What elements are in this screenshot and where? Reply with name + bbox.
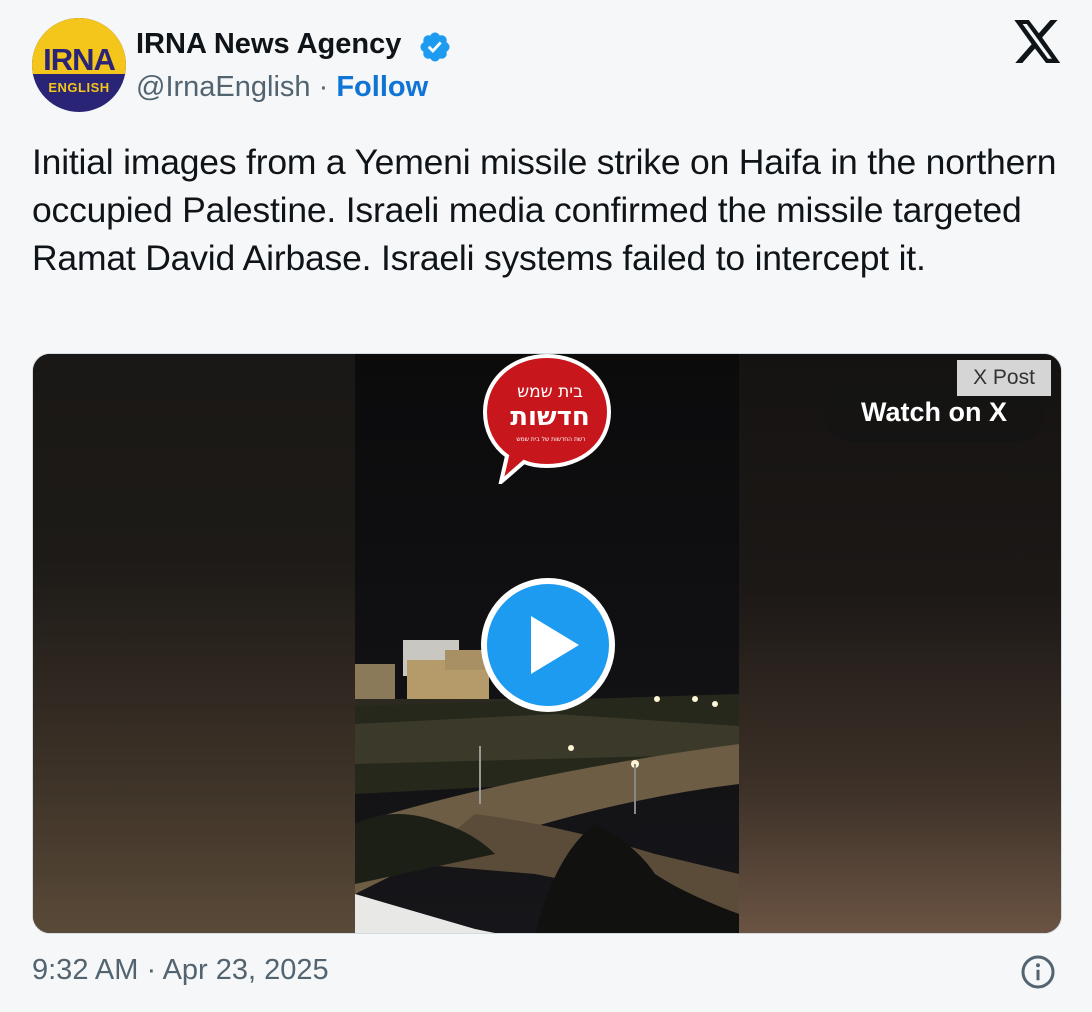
avatar-logo-subtext: ENGLISH xyxy=(48,80,110,95)
verified-badge-icon xyxy=(420,32,450,62)
info-icon[interactable] xyxy=(1020,954,1056,990)
author-name[interactable]: IRNA News Agency xyxy=(136,28,401,61)
tweet-text: Initial images from a Yemeni missile str… xyxy=(32,142,1057,278)
avatar[interactable]: IRNA ENGLISH xyxy=(32,18,126,112)
handle-row: @IrnaEnglish · Follow xyxy=(136,71,428,104)
follow-button[interactable]: Follow xyxy=(336,71,428,103)
news-logo-main-text: חדשות xyxy=(510,402,590,432)
x-logo-icon[interactable] xyxy=(1014,20,1062,64)
play-button[interactable] xyxy=(481,578,615,712)
handle-separator: · xyxy=(318,71,329,103)
news-logo-small-text: רשת החדשות של בית שמש xyxy=(516,436,586,443)
tweet-timestamp[interactable]: 9:32 AM · Apr 23, 2025 xyxy=(32,954,329,987)
author-handle[interactable]: @IrnaEnglish xyxy=(136,71,311,103)
video-blur-left xyxy=(33,354,355,933)
news-logo-top-text: בית שמש xyxy=(517,382,583,402)
video-player[interactable]: בית שמש חדשות רשת החדשות של בית שמש Watc… xyxy=(32,353,1062,934)
avatar-logo-text: IRNA xyxy=(43,42,116,77)
x-post-badge: X Post xyxy=(957,360,1051,396)
play-icon xyxy=(531,616,579,674)
tweet-embed-card: IRNA ENGLISH IRNA News Agency @IrnaEngli… xyxy=(0,0,1092,1012)
